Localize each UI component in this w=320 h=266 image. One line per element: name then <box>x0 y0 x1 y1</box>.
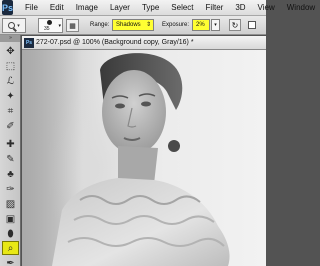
dress-shape <box>52 178 230 266</box>
brush-tool[interactable]: ✎ <box>2 152 19 166</box>
blur-tool[interactable]: ⬮ <box>2 227 19 241</box>
eyedropper-tool[interactable]: ✐ <box>2 119 19 133</box>
menu-layer[interactable]: Layer <box>104 3 136 12</box>
brush-tip-icon <box>47 20 52 25</box>
blur-tool-icon: ⬮ <box>7 228 14 240</box>
marquee-tool[interactable]: ⬚ <box>2 59 19 73</box>
marquee-tool-icon: ⬚ <box>5 60 16 72</box>
exposure-slider-toggle[interactable]: ▾ <box>211 19 220 31</box>
menu-view[interactable]: View <box>252 3 281 12</box>
exposure-input[interactable]: 2% <box>192 19 210 31</box>
neck-shape <box>118 146 158 184</box>
chevron-down-icon: ▾ <box>214 22 217 28</box>
airbrush-icon: ↻ <box>231 20 239 30</box>
brush-panel-button[interactable]: ▦ <box>66 19 79 32</box>
burn-tool-icon: ⌕ <box>7 242 14 254</box>
burn-tool-preset-icon <box>8 22 16 29</box>
menu-edit[interactable]: Edit <box>44 3 70 12</box>
menu-window[interactable]: Window <box>281 3 320 12</box>
options-bar: ▾ 35 ▾ ▦ Range: Shadows ⇕ Exposure: 2% ▾… <box>0 16 266 35</box>
document-canvas[interactable] <box>22 50 266 266</box>
menu-select[interactable]: Select <box>165 3 199 12</box>
tool-preset-picker[interactable]: ▾ <box>2 18 26 33</box>
menu-bar: Ps File Edit Image Layer Type Select Fil… <box>0 0 315 16</box>
face-shape <box>102 70 166 154</box>
brush-tool-icon: ✎ <box>6 153 15 165</box>
document-type-icon: Ps <box>24 38 34 48</box>
lasso-tool[interactable]: ℒ <box>2 74 19 88</box>
portrait-photo <box>52 53 230 266</box>
up-down-arrows-icon: ⇕ <box>145 22 151 28</box>
eye-right <box>141 101 151 107</box>
move-tool[interactable]: ✥ <box>2 44 19 58</box>
brush-panel-icon: ▦ <box>69 22 76 30</box>
clone-stamp-tool[interactable]: ♣ <box>2 167 19 181</box>
lasso-tool-icon: ℒ <box>6 75 15 87</box>
range-value: Shadows <box>116 22 141 28</box>
eye-left <box>115 103 125 109</box>
quick-select-tool[interactable]: ✦ <box>2 89 19 103</box>
exposure-value: 2% <box>196 22 205 28</box>
tools-panel-grip[interactable]: » <box>0 35 20 42</box>
pen-tool-icon: ✒ <box>6 257 15 266</box>
protect-tones-checkbox[interactable] <box>248 21 256 29</box>
healing-brush-tool-icon: ✚ <box>6 138 15 150</box>
history-brush-tool-icon: ✑ <box>6 183 15 195</box>
healing-brush-tool[interactable]: ✚ <box>2 137 19 151</box>
document-tab[interactable]: Ps 272-07.psd @ 100% (Background copy, G… <box>22 36 266 50</box>
photoshop-logo: Ps <box>2 0 14 15</box>
move-tool-icon: ✥ <box>6 45 15 57</box>
chevron-down-icon: ▾ <box>17 22 20 29</box>
clone-stamp-tool-icon: ♣ <box>7 168 14 180</box>
range-label: Range: <box>90 22 110 28</box>
pen-tool[interactable]: ✒ <box>2 256 19 266</box>
quick-select-tool-icon: ✦ <box>6 90 15 102</box>
earring-shape <box>168 140 180 152</box>
eraser-tool[interactable]: ▨ <box>2 197 19 211</box>
history-brush-tool[interactable]: ✑ <box>2 182 19 196</box>
range-select[interactable]: Shadows ⇕ <box>112 19 154 31</box>
crop-tool-icon: ⌗ <box>7 105 14 117</box>
brush-size: 35 <box>44 26 50 32</box>
airbrush-toggle[interactable]: ↻ <box>229 19 241 31</box>
document-title: 272-07.psd @ 100% (Background copy, Gray… <box>36 39 194 46</box>
crop-tool[interactable]: ⌗ <box>2 104 19 118</box>
chevron-down-icon: ▾ <box>58 23 61 29</box>
gradient-tool[interactable]: ▣ <box>2 212 19 226</box>
menu-filter[interactable]: Filter <box>200 3 230 12</box>
exposure-label: Exposure: <box>162 22 190 28</box>
gradient-tool-icon: ▣ <box>5 213 16 225</box>
menu-image[interactable]: Image <box>70 3 104 12</box>
eraser-tool-icon: ▨ <box>5 198 16 210</box>
menu-type[interactable]: Type <box>136 3 165 12</box>
eyedropper-tool-icon: ✐ <box>6 120 15 132</box>
menu-file[interactable]: File <box>19 3 44 12</box>
tools-panel: » ✥ ⬚ ℒ ✦ ⌗ ✐ ✚ ✎ ♣ ✑ ▨ ▣ ⬮ ⌕ ✒ <box>0 35 21 266</box>
burn-tool[interactable]: ⌕ <box>2 241 19 255</box>
brush-preset-picker[interactable]: 35 ▾ <box>38 18 63 33</box>
menu-3d[interactable]: 3D <box>229 3 251 12</box>
